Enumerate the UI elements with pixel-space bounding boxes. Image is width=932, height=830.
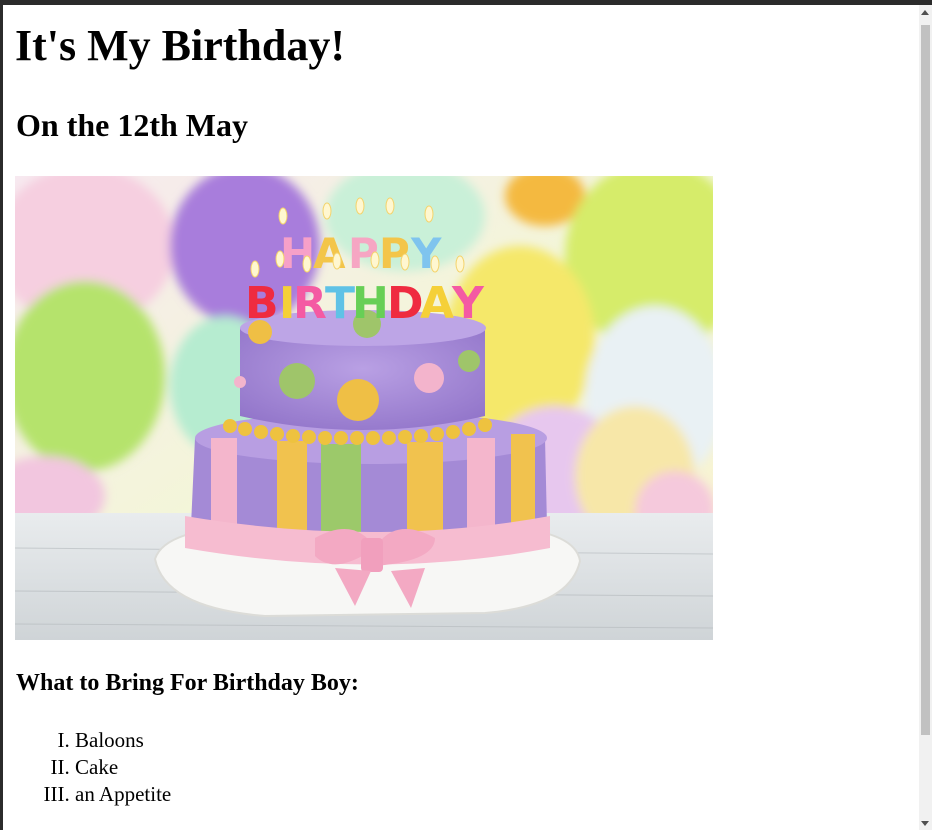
svg-text:H: H [280,229,315,278]
svg-text:R: R [293,278,327,329]
page-viewport: It's My Birthday! On the 12th May H A P … [3,5,919,830]
list-item: an Appetite [75,781,171,808]
svg-text:T: T [325,278,355,329]
page-subtitle: On the 12th May [16,107,248,143]
svg-text:A: A [420,278,454,329]
svg-text:A: A [313,229,346,278]
scroll-up-arrow-icon[interactable] [921,10,929,15]
bring-list: Baloons Cake an Appetite [15,727,171,808]
birthday-cake-image: H A P P Y B I R T H D A Y [15,176,713,640]
list-item: Cake [75,754,171,781]
scrollbar-thumb[interactable] [921,25,930,735]
svg-text:H: H [352,278,389,329]
svg-text:P: P [379,229,410,278]
list-item: Baloons [75,727,171,754]
scroll-down-arrow-icon[interactable] [921,821,929,826]
birthday-candles: B I R T H D A Y [245,278,485,329]
svg-text:B: B [245,278,279,329]
page-title: It's My Birthday! [15,21,345,70]
bring-list-heading: What to Bring For Birthday Boy: [16,670,359,696]
vertical-scrollbar[interactable] [919,5,932,830]
svg-text:D: D [387,278,424,329]
svg-text:Y: Y [451,278,485,329]
